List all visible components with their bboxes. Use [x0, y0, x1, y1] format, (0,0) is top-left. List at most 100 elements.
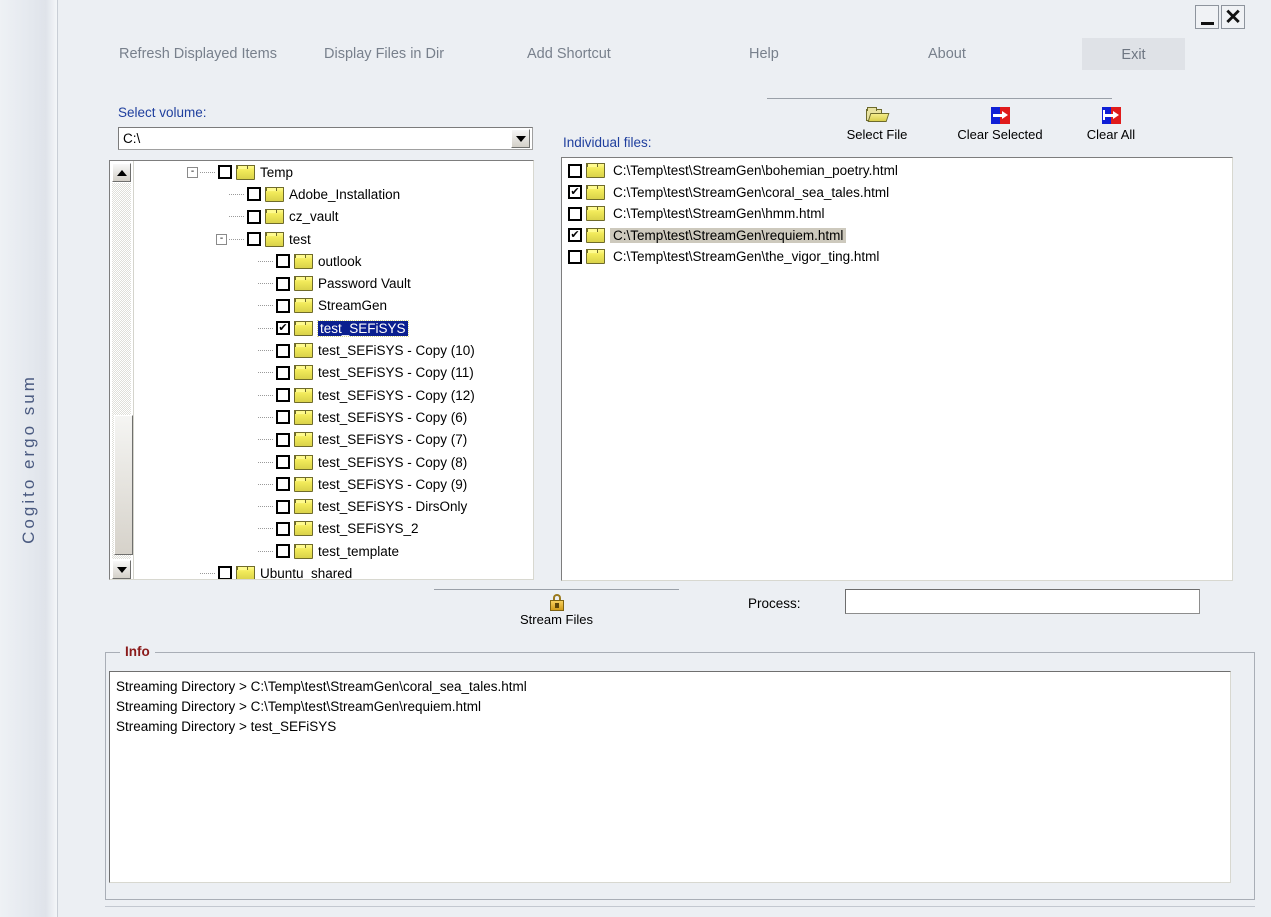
folder-icon: [294, 432, 313, 448]
minimize-button[interactable]: [1195, 5, 1219, 29]
file-item-checkbox[interactable]: [568, 206, 582, 221]
tree-item-label: outlook: [318, 253, 362, 269]
tree-item-checkbox[interactable]: [276, 477, 290, 492]
tree-expander-collapse-icon[interactable]: -: [216, 233, 227, 245]
info-groupbox: Info Streaming Directory > C:\Temp\test\…: [105, 644, 1255, 900]
tree-item-checkbox[interactable]: [247, 232, 261, 247]
tree-item[interactable]: outlook: [135, 250, 533, 272]
directory-tree-list: - Temp Adobe_Installation cz_vault - test outl…: [135, 161, 533, 579]
tree-item[interactable]: - Temp: [135, 161, 533, 183]
select-volume-label: Select volume:: [118, 105, 207, 120]
tree-item-label: Temp: [260, 164, 294, 180]
tree-item[interactable]: - test: [135, 228, 533, 250]
scroll-up-button[interactable]: [112, 163, 131, 182]
lock-icon: [549, 594, 564, 611]
directory-tree-panel[interactable]: - Temp Adobe_Installation cz_vault - test outl…: [109, 160, 534, 580]
file-list-item[interactable]: ✔ C:\Temp\test\StreamGen\coral_sea_tales.…: [562, 182, 1232, 204]
tree-item[interactable]: test_SEFiSYS - DirsOnly: [135, 495, 533, 517]
file-item-path: C:\Temp\test\StreamGen\bohemian_poetry.h…: [613, 163, 898, 179]
tree-item[interactable]: test_SEFiSYS - Copy (11): [135, 362, 533, 384]
select-file-button[interactable]: Select File: [817, 104, 937, 142]
info-log-area[interactable]: Streaming Directory > C:\Temp\test\Strea…: [109, 671, 1231, 883]
folder-icon: [265, 209, 284, 225]
tree-item-checkbox[interactable]: [276, 388, 290, 403]
tree-item[interactable]: cz_vault: [135, 206, 533, 228]
individual-files-list[interactable]: C:\Temp\test\StreamGen\bohemian_poetry.h…: [561, 157, 1233, 581]
tree-item-checkbox[interactable]: [276, 343, 290, 358]
tree-item[interactable]: test_SEFiSYS_2: [135, 518, 533, 540]
tree-connector-line: [229, 193, 245, 195]
tree-item-checkbox[interactable]: ✔: [276, 321, 290, 336]
menu-item-exit[interactable]: Exit: [1082, 38, 1185, 70]
tree-item[interactable]: test_SEFiSYS - Copy (10): [135, 339, 533, 361]
stream-files-button[interactable]: Stream Files: [434, 594, 679, 627]
file-item-checkbox[interactable]: [568, 163, 582, 178]
tree-item[interactable]: test_SEFiSYS - Copy (8): [135, 451, 533, 473]
tree-item-checkbox[interactable]: [276, 499, 290, 514]
clear-all-button[interactable]: Clear All: [1057, 104, 1165, 142]
file-item-checkbox[interactable]: ✔: [568, 228, 582, 243]
tree-item-label: test_SEFiSYS - Copy (11): [318, 365, 474, 381]
menu-item-refresh-displayed-items[interactable]: Refresh Displayed Items: [119, 38, 289, 70]
folder-icon: [586, 249, 605, 265]
tree-item-checkbox[interactable]: [276, 432, 290, 447]
folder-icon: [294, 409, 313, 425]
toolbar-button-label: Select File: [846, 127, 908, 142]
scrollbar-thumb[interactable]: [114, 415, 133, 555]
file-item-checkbox[interactable]: [568, 249, 582, 264]
tree-connector-line: [258, 283, 274, 285]
tree-item-checkbox[interactable]: [218, 566, 232, 579]
tree-item[interactable]: test_template: [135, 540, 533, 562]
folder-icon: [294, 476, 313, 492]
branding-text: Cogito ergo sum: [18, 373, 38, 544]
file-list-item[interactable]: ✔ C:\Temp\test\StreamGen\requiem.html: [562, 225, 1232, 247]
tree-item[interactable]: StreamGen: [135, 295, 533, 317]
tree-scrollbar[interactable]: [110, 161, 134, 579]
tree-item[interactable]: Password Vault: [135, 272, 533, 294]
clear-selected-button[interactable]: Clear Selected: [935, 104, 1065, 142]
tree-connector-line: [200, 572, 216, 574]
tree-item-label: test: [289, 231, 311, 247]
scroll-down-button[interactable]: [112, 560, 131, 579]
menu-item-about[interactable]: About: [928, 38, 976, 70]
menu-item-display-files-in-dir[interactable]: Display Files in Dir: [324, 38, 459, 70]
file-list-item[interactable]: C:\Temp\test\StreamGen\bohemian_poetry.h…: [562, 160, 1232, 182]
folder-icon: [265, 231, 284, 247]
tree-item[interactable]: test_SEFiSYS - Copy (6): [135, 406, 533, 428]
tree-item[interactable]: test_SEFiSYS - Copy (12): [135, 384, 533, 406]
tree-item-checkbox[interactable]: [276, 254, 290, 269]
file-item-checkbox[interactable]: ✔: [568, 185, 582, 200]
tree-item-checkbox[interactable]: [276, 276, 290, 291]
tree-item[interactable]: ✔ test_SEFiSYS: [135, 317, 533, 339]
tree-item[interactable]: Adobe_Installation: [135, 183, 533, 205]
tree-connector-line: [258, 350, 274, 352]
folder-icon: [236, 565, 255, 579]
tree-item-checkbox[interactable]: [276, 410, 290, 425]
tree-item-checkbox[interactable]: [276, 298, 290, 313]
tree-item-checkbox[interactable]: [276, 521, 290, 536]
branding-sidebar: Cogito ergo sum: [0, 0, 58, 917]
select-volume-value: C:\: [123, 131, 141, 146]
tree-item-checkbox[interactable]: [276, 455, 290, 469]
tree-connector-line: [258, 506, 274, 508]
select-volume-dropdown[interactable]: C:\: [118, 127, 533, 150]
tree-expander-collapse-icon[interactable]: -: [187, 166, 198, 178]
tree-item-checkbox[interactable]: [247, 187, 261, 202]
tree-item-checkbox[interactable]: [276, 544, 290, 559]
chevron-down-icon[interactable]: [511, 129, 530, 148]
tree-item[interactable]: Ubuntu_shared: [135, 562, 533, 579]
menu-item-add-shortcut[interactable]: Add Shortcut: [527, 38, 627, 70]
tree-item[interactable]: test_SEFiSYS - Copy (7): [135, 429, 533, 451]
tree-item-label: test_SEFiSYS - Copy (12): [318, 387, 475, 403]
tree-item-checkbox[interactable]: [247, 209, 261, 224]
tree-item-label: test_SEFiSYS - Copy (7): [318, 432, 468, 448]
tree-item-checkbox[interactable]: [276, 365, 290, 380]
file-list-item[interactable]: C:\Temp\test\StreamGen\hmm.html: [562, 203, 1232, 225]
process-input[interactable]: [845, 589, 1200, 614]
scrollbar-track[interactable]: [112, 183, 133, 559]
file-list-item[interactable]: C:\Temp\test\StreamGen\the_vigor_ting.ht…: [562, 246, 1232, 268]
menu-item-help[interactable]: Help: [749, 38, 789, 70]
tree-item-checkbox[interactable]: [218, 165, 232, 180]
close-button[interactable]: ✕: [1221, 5, 1245, 29]
tree-item[interactable]: test_SEFiSYS - Copy (9): [135, 473, 533, 495]
